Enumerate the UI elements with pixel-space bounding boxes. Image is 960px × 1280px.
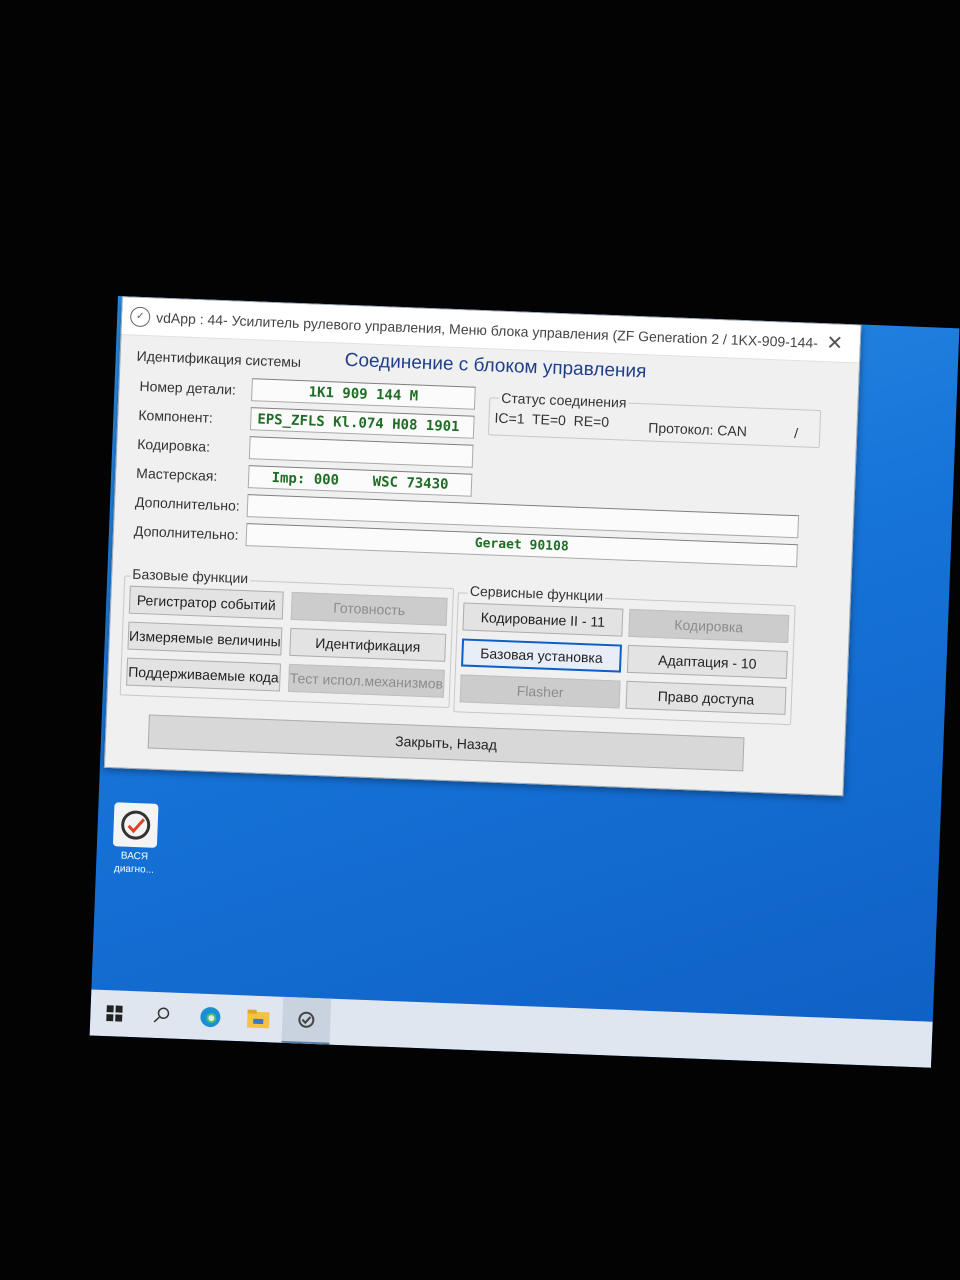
part-number-field: 1K1 909 144 M — [251, 378, 476, 410]
windows-start-icon[interactable] — [90, 989, 140, 1037]
event-recorder-button[interactable]: Регистратор событий — [128, 585, 284, 620]
close-icon[interactable]: ✕ — [817, 330, 852, 356]
supported-codes-button[interactable]: Поддерживаемые кода — [126, 657, 282, 692]
shortcut-label-line2: диагно... — [113, 863, 155, 876]
component-label: Компонент: — [138, 406, 214, 426]
window-title: vdApp : 44- Усилитель рулевого управлени… — [155, 308, 819, 351]
actuator-test-button[interactable]: Тест испол.механизмов — [287, 663, 445, 698]
search-icon[interactable] — [138, 991, 188, 1039]
measured-values-button[interactable]: Измеряемые величины — [127, 621, 283, 656]
component-field: EPS_ZFLS Kl.074 H08 1901 — [249, 407, 475, 439]
vdapp-window: ✓ vdApp : 44- Усилитель рулевого управле… — [103, 296, 862, 797]
additional-label-2: Дополнительно: — [133, 522, 239, 543]
additional-label-1: Дополнительно: — [134, 493, 240, 514]
part-number-label: Номер детали: — [139, 377, 237, 398]
readiness-button[interactable]: Готовность — [290, 591, 448, 626]
vdapp-taskbar-icon[interactable] — [281, 996, 332, 1045]
file-explorer-icon[interactable] — [233, 995, 283, 1043]
workshop-field: Imp: 000 WSC 73430 — [247, 465, 473, 497]
vasya-diagnostics-icon — [112, 802, 159, 848]
connection-heading: Соединение с блоком управления — [344, 349, 647, 383]
monitor-screen: ✓ vdApp : 44- Усилитель рулевого управле… — [89, 296, 960, 1068]
identification-button[interactable]: Идентификация — [289, 627, 447, 662]
coding-field — [248, 436, 474, 468]
coding-label: Кодировка: — [137, 435, 211, 455]
desktop-shortcut-vasya[interactable]: ВАСЯ диагно... — [110, 802, 161, 877]
identification-group-label: Идентификация системы — [134, 347, 304, 371]
edge-browser-icon[interactable] — [186, 993, 236, 1041]
activity-indicator: / — [793, 425, 799, 442]
close-back-button[interactable]: Закрыть, Назад — [147, 714, 745, 772]
taskbar — [89, 989, 933, 1068]
workshop-label: Мастерская: — [135, 464, 218, 484]
vdapp-icon: ✓ — [129, 305, 151, 327]
